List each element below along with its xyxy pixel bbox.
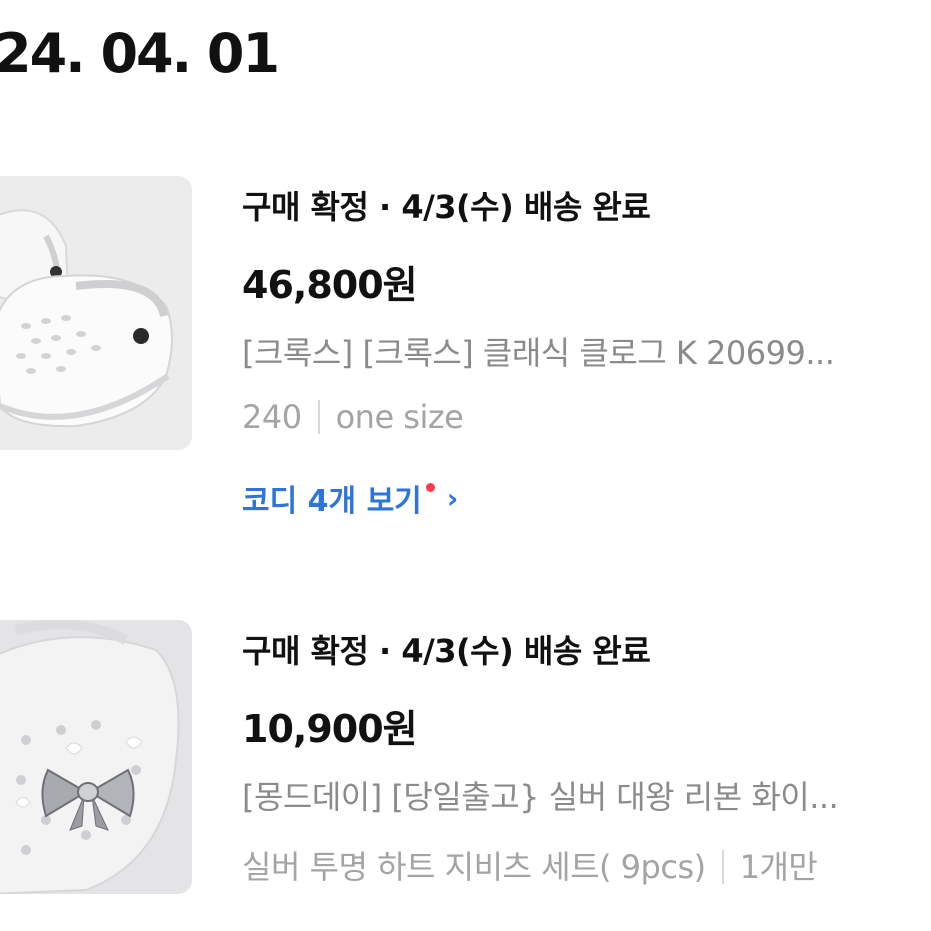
order-item[interactable]: 구매 확정 · 4/3(수) 배송 완료 10,900원 [몽드데이] [당일출… <box>0 620 931 920</box>
order-price: 10,900원 <box>242 707 418 751</box>
order-status: 구매 확정 · 4/3(수) 배송 완료 <box>242 632 651 670</box>
order-status: 구매 확정 · 4/3(수) 배송 완료 <box>242 188 651 226</box>
product-options: 240 one size <box>242 398 931 436</box>
coordi-link-label: 코디 4개 보기 <box>242 484 422 519</box>
order-date: 24. 04. 01 <box>0 22 280 85</box>
product-options: 실버 투명 하트 지비츠 세트( 9pcs) 1개만 <box>242 842 931 888</box>
option-size: 240 <box>242 398 302 436</box>
product-thumbnail[interactable] <box>0 620 192 894</box>
product-thumbnail[interactable] <box>0 176 192 450</box>
product-name[interactable]: [몽드데이] [당일출고} 실버 대왕 리본 화이... <box>242 772 931 818</box>
option-qty: 1개만 <box>739 848 818 886</box>
new-dot-icon <box>425 482 435 492</box>
option-text: 실버 투명 하트 지비츠 세트( 9pcs) <box>242 848 706 886</box>
chevron-right-icon: › <box>446 481 459 515</box>
order-item[interactable]: 구매 확정 · 4/3(수) 배송 완료 46,800원 [크록스] [크록스]… <box>0 176 931 519</box>
order-price: 46,800원 <box>242 263 418 307</box>
coordi-link[interactable]: 코디 4개 보기 › <box>242 476 458 520</box>
option-divider <box>721 850 724 884</box>
option-divider <box>317 400 320 434</box>
product-name[interactable]: [크록스] [크록스] 클래식 클로그 K 20699... <box>242 328 931 374</box>
option-detail: one size <box>335 398 464 436</box>
